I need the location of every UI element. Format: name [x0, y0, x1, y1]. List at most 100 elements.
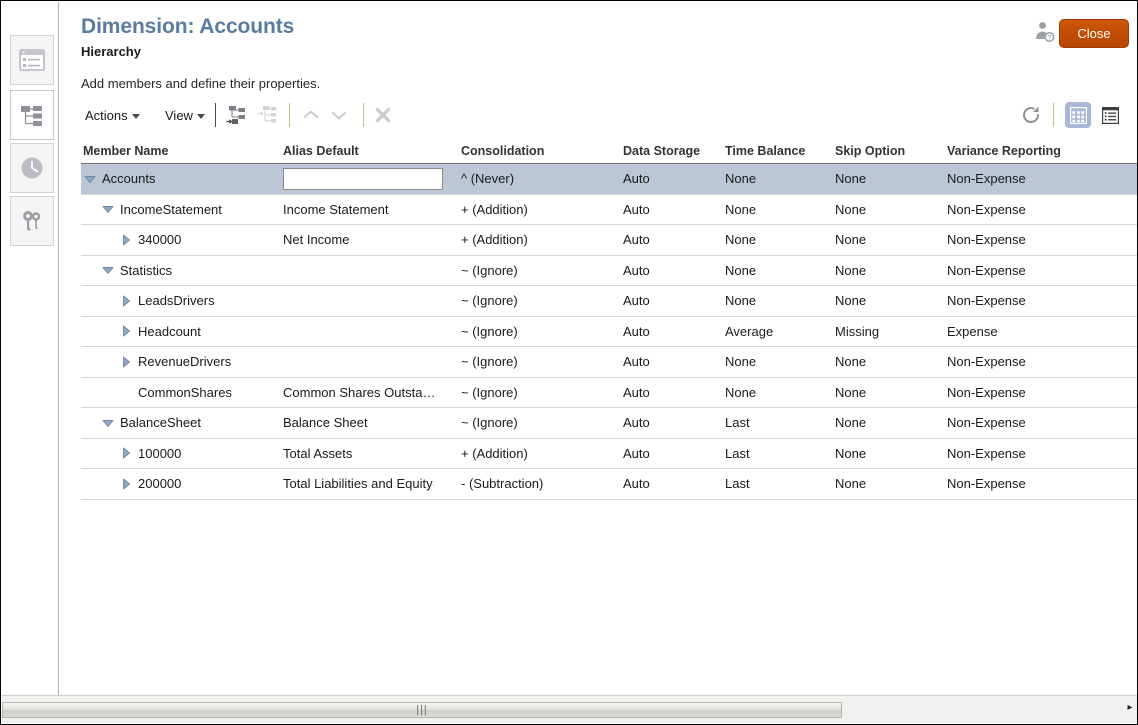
skip-option-cell[interactable]: None: [833, 378, 945, 408]
alias-cell[interactable]: Total Assets: [281, 439, 459, 469]
alias-cell[interactable]: [281, 347, 459, 377]
variance-reporting-cell[interactable]: Non-Expense: [945, 256, 1135, 286]
member-name-cell[interactable]: LeadsDrivers: [81, 286, 281, 316]
variance-reporting-cell[interactable]: Non-Expense: [945, 439, 1135, 469]
consolidation-cell[interactable]: ~ (Ignore): [459, 347, 621, 377]
sidebar-item-permissions[interactable]: [10, 196, 54, 246]
alias-cell[interactable]: Balance Sheet: [281, 408, 459, 438]
collapse-twisty-icon[interactable]: [101, 263, 115, 277]
skip-option-cell[interactable]: None: [833, 286, 945, 316]
table-row[interactable]: CommonShares Common Shares Outsta… ~ (Igno…: [81, 377, 1137, 408]
data-storage-cell[interactable]: Auto: [621, 256, 723, 286]
table-row[interactable]: Headcount ~ (Ignore) Auto Average Missing Exp…: [81, 316, 1137, 347]
member-name-cell[interactable]: BalanceSheet: [81, 408, 281, 438]
skip-option-cell[interactable]: None: [833, 408, 945, 438]
alias-input[interactable]: [283, 167, 443, 190]
consolidation-cell[interactable]: - (Subtraction): [459, 469, 621, 499]
variance-reporting-cell[interactable]: Non-Expense: [945, 225, 1135, 255]
alias-cell[interactable]: [281, 317, 459, 347]
data-storage-cell[interactable]: Auto: [621, 195, 723, 225]
table-row[interactable]: 200000 Total Liabilities and Equity - (Sub…: [81, 469, 1137, 500]
grid-view-button[interactable]: [1065, 102, 1091, 128]
member-name-cell[interactable]: CommonShares: [81, 378, 281, 408]
alias-cell[interactable]: [281, 256, 459, 286]
move-up-button[interactable]: [299, 103, 323, 127]
variance-reporting-cell[interactable]: Non-Expense: [945, 378, 1135, 408]
add-sibling-button[interactable]: [255, 103, 279, 127]
variance-reporting-cell[interactable]: Non-Expense: [945, 164, 1135, 194]
time-balance-cell[interactable]: None: [723, 195, 833, 225]
data-storage-cell[interactable]: Auto: [621, 439, 723, 469]
variance-reporting-cell[interactable]: Non-Expense: [945, 195, 1135, 225]
actions-menu[interactable]: Actions: [81, 104, 144, 126]
data-storage-cell[interactable]: Auto: [621, 286, 723, 316]
skip-option-cell[interactable]: None: [833, 347, 945, 377]
time-balance-cell[interactable]: Last: [723, 439, 833, 469]
member-name-cell[interactable]: 200000: [81, 469, 281, 499]
table-row[interactable]: 100000 Total Assets + (Addition) Auto Last No…: [81, 438, 1137, 469]
table-row[interactable]: Accounts ^ (Never) Auto None None Non-Expense: [81, 164, 1137, 195]
scrollbar-thumb[interactable]: |||: [2, 702, 842, 718]
consolidation-cell[interactable]: + (Addition): [459, 225, 621, 255]
member-name-cell[interactable]: Headcount: [81, 317, 281, 347]
consolidation-cell[interactable]: ~ (Ignore): [459, 256, 621, 286]
refresh-button[interactable]: [1019, 103, 1043, 127]
close-button[interactable]: Close: [1059, 19, 1129, 48]
data-storage-cell[interactable]: Auto: [621, 317, 723, 347]
expand-twisty-icon[interactable]: [119, 294, 133, 308]
sidebar-item-history[interactable]: [10, 143, 54, 193]
collapse-twisty-icon[interactable]: [83, 172, 97, 186]
column-header[interactable]: Member Name: [81, 138, 281, 163]
data-storage-cell[interactable]: Auto: [621, 378, 723, 408]
collapse-twisty-icon[interactable]: [101, 416, 115, 430]
consolidation-cell[interactable]: ~ (Ignore): [459, 408, 621, 438]
table-row[interactable]: BalanceSheet Balance Sheet ~ (Ignore) Auto L…: [81, 408, 1137, 439]
view-menu[interactable]: View: [161, 104, 209, 126]
time-balance-cell[interactable]: None: [723, 286, 833, 316]
alias-cell[interactable]: [281, 164, 459, 194]
user-help-icon[interactable]: ?: [1032, 20, 1056, 44]
table-row[interactable]: IncomeStatement Income Statement + (Additi…: [81, 194, 1137, 225]
data-storage-cell[interactable]: Auto: [621, 347, 723, 377]
expand-twisty-icon[interactable]: [119, 446, 133, 460]
variance-reporting-cell[interactable]: Expense: [945, 317, 1135, 347]
time-balance-cell[interactable]: None: [723, 256, 833, 286]
table-row[interactable]: RevenueDrivers ~ (Ignore) Auto None None Non-…: [81, 347, 1137, 378]
scroll-right-arrow[interactable]: ▸: [1124, 700, 1136, 714]
time-balance-cell[interactable]: Last: [723, 469, 833, 499]
consolidation-cell[interactable]: ~ (Ignore): [459, 378, 621, 408]
skip-option-cell[interactable]: Missing: [833, 317, 945, 347]
skip-option-cell[interactable]: None: [833, 225, 945, 255]
member-name-cell[interactable]: Accounts: [81, 164, 281, 194]
consolidation-cell[interactable]: ^ (Never): [459, 164, 621, 194]
skip-option-cell[interactable]: None: [833, 164, 945, 194]
horizontal-scrollbar[interactable]: ||| ▸: [2, 695, 1137, 723]
time-balance-cell[interactable]: Last: [723, 408, 833, 438]
consolidation-cell[interactable]: + (Addition): [459, 439, 621, 469]
alias-cell[interactable]: Total Liabilities and Equity: [281, 469, 459, 499]
skip-option-cell[interactable]: None: [833, 469, 945, 499]
delete-button[interactable]: [371, 103, 395, 127]
column-header[interactable]: Alias Default: [281, 138, 459, 163]
consolidation-cell[interactable]: + (Addition): [459, 195, 621, 225]
member-name-cell[interactable]: 100000: [81, 439, 281, 469]
skip-option-cell[interactable]: None: [833, 195, 945, 225]
variance-reporting-cell[interactable]: Non-Expense: [945, 408, 1135, 438]
table-row[interactable]: Statistics ~ (Ignore) Auto None None Non-Expe…: [81, 255, 1137, 286]
member-name-cell[interactable]: Statistics: [81, 256, 281, 286]
time-balance-cell[interactable]: Average: [723, 317, 833, 347]
expand-twisty-icon[interactable]: [119, 233, 133, 247]
data-storage-cell[interactable]: Auto: [621, 469, 723, 499]
column-header[interactable]: Variance Reporting: [945, 138, 1135, 163]
column-header[interactable]: Consolidation: [459, 138, 621, 163]
variance-reporting-cell[interactable]: Non-Expense: [945, 347, 1135, 377]
expand-twisty-icon[interactable]: [119, 355, 133, 369]
data-storage-cell[interactable]: Auto: [621, 225, 723, 255]
time-balance-cell[interactable]: None: [723, 225, 833, 255]
time-balance-cell[interactable]: None: [723, 378, 833, 408]
add-child-button[interactable]: [225, 103, 249, 127]
variance-reporting-cell[interactable]: Non-Expense: [945, 469, 1135, 499]
list-view-button[interactable]: [1097, 102, 1123, 128]
alias-cell[interactable]: Income Statement: [281, 195, 459, 225]
alias-cell[interactable]: Net Income: [281, 225, 459, 255]
